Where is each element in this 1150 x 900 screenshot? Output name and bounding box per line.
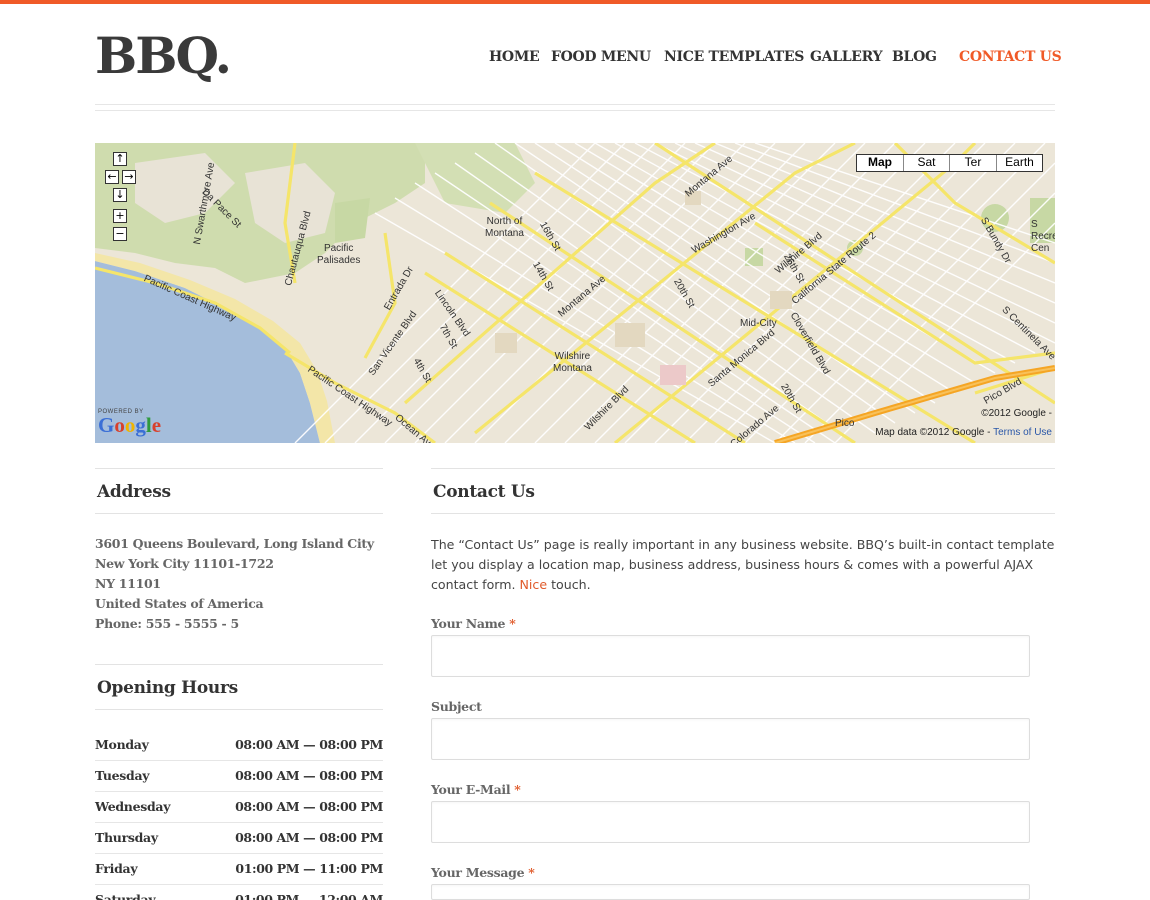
nav-blog[interactable]: BLOG bbox=[892, 49, 937, 65]
hours-time: 08:00 AM — 08:00 PM bbox=[235, 830, 383, 845]
hours-day: Friday bbox=[95, 861, 138, 876]
address-line-street: 3601 Queens Boulevard, Long Island City bbox=[95, 536, 374, 551]
terms-of-use-link[interactable]: Terms of Use bbox=[993, 427, 1052, 438]
map-label-north-of-montana: North of Montana bbox=[485, 216, 524, 239]
hours-time: 08:00 AM — 08:00 PM bbox=[235, 799, 383, 814]
zoom-out-icon[interactable]: − bbox=[113, 227, 127, 241]
address-line-country: United States of America bbox=[95, 596, 264, 611]
map-copyright: ©2012 Google - bbox=[981, 408, 1052, 419]
hours-time: 01:00 PM — 12:00 AM bbox=[235, 892, 383, 900]
pan-up-icon[interactable]: ↑ bbox=[113, 152, 127, 166]
hours-top-rule bbox=[95, 664, 383, 665]
required-marker: * bbox=[514, 782, 521, 797]
nav-food-menu[interactable]: FOOD MENU bbox=[551, 49, 651, 65]
map-data-attribution: Map data ©2012 Google - Terms of Use bbox=[875, 427, 1052, 438]
hours-title: Opening Hours bbox=[97, 678, 238, 698]
map-type-earth[interactable]: Earth bbox=[996, 155, 1042, 171]
address-line-city: New York City 11101-1722 bbox=[95, 556, 274, 571]
pan-down-icon[interactable]: ↓ bbox=[113, 188, 127, 202]
address-top-rule bbox=[95, 468, 383, 469]
address-line-state: NY 11101 bbox=[95, 576, 161, 591]
required-marker: * bbox=[509, 616, 516, 631]
hours-day: Saturday bbox=[95, 892, 156, 900]
map-type-switcher: Map Sat Ter Earth bbox=[856, 154, 1043, 172]
contact-title: Contact Us bbox=[433, 482, 535, 502]
hours-row-wednesday: Wednesday 08:00 AM — 08:00 PM bbox=[95, 792, 383, 823]
hours-row-friday: Friday 01:00 PM — 11:00 PM bbox=[95, 854, 383, 885]
header-divider bbox=[95, 104, 1055, 111]
address-title: Address bbox=[97, 482, 171, 502]
address-bottom-rule bbox=[95, 513, 383, 514]
google-logo: POWERED BY Google bbox=[98, 409, 162, 437]
hours-row-monday: Monday 08:00 AM — 08:00 PM bbox=[95, 730, 383, 761]
top-accent-bar bbox=[0, 0, 1150, 4]
map-label-recreation-center: S Recre Cen bbox=[1031, 219, 1055, 254]
required-marker: * bbox=[528, 865, 535, 880]
hours-bottom-rule bbox=[95, 709, 383, 710]
map-type-map[interactable]: Map bbox=[857, 155, 903, 171]
map-type-terrain[interactable]: Ter bbox=[949, 155, 996, 171]
map-type-satellite[interactable]: Sat bbox=[903, 155, 949, 171]
nice-link[interactable]: Nice bbox=[520, 577, 548, 592]
map-tiles bbox=[95, 143, 1055, 443]
hours-time: 08:00 AM — 08:00 PM bbox=[235, 768, 383, 783]
email-label: Your E-Mail * bbox=[431, 782, 521, 797]
name-label: Your Name * bbox=[431, 616, 516, 631]
hours-time: 08:00 AM — 08:00 PM bbox=[235, 737, 383, 752]
map-label-pico: Pico bbox=[835, 418, 855, 429]
contact-intro: The “Contact Us” page is really importan… bbox=[431, 537, 1055, 592]
message-label: Your Message * bbox=[431, 865, 535, 880]
hours-row-saturday: Saturday 01:00 PM — 12:00 AM bbox=[95, 885, 383, 900]
contact-bottom-rule bbox=[431, 513, 1055, 514]
nav-nice-templates[interactable]: NICE TEMPLATES bbox=[664, 49, 804, 65]
main-nav: HOME FOOD MENU NICE TEMPLATES GALLERY BL… bbox=[0, 49, 1150, 69]
map-label-wilshire-montana: Wilshire Montana bbox=[553, 351, 592, 374]
pan-left-icon[interactable]: ← bbox=[105, 170, 119, 184]
hours-day: Wednesday bbox=[95, 799, 171, 814]
nav-contact-us[interactable]: CONTACT US bbox=[959, 49, 1062, 65]
hours-day: Monday bbox=[95, 737, 149, 752]
hours-day: Tuesday bbox=[95, 768, 150, 783]
hours-day: Thursday bbox=[95, 830, 158, 845]
subject-field[interactable] bbox=[431, 718, 1030, 760]
location-map[interactable]: ↑ ← → ↓ + − Map Sat Ter Earth North of M… bbox=[95, 143, 1055, 443]
nav-gallery[interactable]: GALLERY bbox=[810, 49, 883, 65]
address-line-phone: Phone: 555 - 5555 - 5 bbox=[95, 616, 239, 631]
contact-top-rule bbox=[431, 468, 1055, 469]
map-label-pacific-palisades: Pacific Palisades bbox=[317, 243, 361, 266]
hours-row-tuesday: Tuesday 08:00 AM — 08:00 PM bbox=[95, 761, 383, 792]
message-field[interactable] bbox=[431, 884, 1030, 900]
pan-right-icon[interactable]: → bbox=[122, 170, 136, 184]
subject-label: Subject bbox=[431, 699, 482, 714]
hours-time: 01:00 PM — 11:00 PM bbox=[235, 861, 383, 876]
email-field[interactable] bbox=[431, 801, 1030, 843]
zoom-in-icon[interactable]: + bbox=[113, 209, 127, 223]
nav-home[interactable]: HOME bbox=[489, 49, 540, 65]
name-field[interactable] bbox=[431, 635, 1030, 677]
hours-row-thursday: Thursday 08:00 AM — 08:00 PM bbox=[95, 823, 383, 854]
